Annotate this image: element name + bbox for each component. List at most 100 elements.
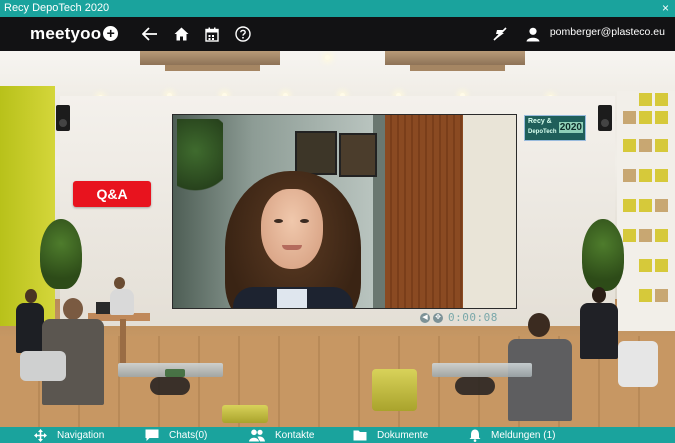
app-window: Recy DepoTech 2020 × meetyoo + pomberger@… bbox=[0, 0, 675, 443]
wall-tile bbox=[639, 169, 652, 182]
bottom-nav-label: Chats(0) bbox=[169, 429, 208, 441]
back-button[interactable] bbox=[138, 22, 162, 46]
calendar-icon bbox=[205, 27, 219, 42]
video-plant bbox=[177, 119, 223, 199]
timer-text: 0:00:08 bbox=[448, 311, 498, 324]
video-timer: ◀ ✥ 0:00:08 bbox=[420, 311, 498, 324]
wall-tile bbox=[639, 139, 652, 152]
ceiling-beam bbox=[165, 65, 260, 71]
chat-icon bbox=[145, 429, 159, 441]
window-title: Recy DepoTech 2020 bbox=[4, 2, 110, 14]
chair bbox=[20, 351, 66, 381]
attendee-body bbox=[508, 339, 572, 421]
bottom-nav-meldungen[interactable]: Meldungen (1) bbox=[469, 427, 555, 443]
mute-icon bbox=[493, 27, 507, 41]
wall-tile bbox=[623, 229, 636, 242]
wall-tile bbox=[655, 289, 668, 302]
yellow-stool bbox=[372, 369, 417, 411]
attendee-head bbox=[528, 313, 550, 337]
sign-line1: Recy & bbox=[528, 118, 552, 125]
bottom-nav-chats[interactable]: Chats(0) bbox=[145, 427, 207, 443]
user-button[interactable] bbox=[521, 22, 545, 46]
wall-tile bbox=[639, 199, 652, 212]
user-icon bbox=[526, 27, 540, 41]
wall-tile bbox=[639, 229, 652, 242]
bottom-navigation: Navigation Chats(0) Kontakte Dokumente M… bbox=[0, 427, 675, 443]
table-base bbox=[150, 377, 190, 395]
bottom-nav-label: Kontakte bbox=[275, 429, 315, 441]
speaker-eye bbox=[300, 219, 309, 223]
ceiling-beam bbox=[385, 51, 525, 65]
bottom-nav-navigation[interactable]: Navigation bbox=[34, 427, 104, 443]
desk-leg bbox=[120, 319, 126, 363]
home-button[interactable] bbox=[169, 22, 193, 46]
virtual-room: Q&A Recy & DepoTech 2020 ◀ ✥ 0:00:08 bbox=[0, 51, 675, 427]
wall-tile bbox=[623, 199, 636, 212]
attendee-head bbox=[25, 289, 37, 303]
video-stream[interactable] bbox=[172, 114, 517, 309]
attendee-body bbox=[16, 303, 44, 353]
ceiling-beam bbox=[410, 65, 505, 71]
help-icon bbox=[235, 26, 251, 42]
bottom-nav-label: Navigation bbox=[57, 429, 105, 441]
sign-line2: DepoTech bbox=[528, 129, 557, 135]
mute-button[interactable] bbox=[488, 22, 512, 46]
move-icon bbox=[34, 428, 47, 442]
attendee-head bbox=[114, 277, 125, 289]
home-icon bbox=[174, 27, 188, 41]
document-icon bbox=[353, 430, 367, 441]
speaker-icon bbox=[56, 105, 70, 131]
wall-tile bbox=[655, 229, 668, 242]
calendar-button[interactable] bbox=[200, 22, 224, 46]
ceiling-light bbox=[325, 55, 330, 60]
close-icon[interactable]: × bbox=[662, 0, 669, 17]
bottom-nav-label: Meldungen (1) bbox=[491, 429, 556, 441]
back-arrow-icon bbox=[142, 27, 157, 41]
user-email: pomberger@plasteco.eu bbox=[549, 26, 665, 38]
wall-tile bbox=[655, 199, 668, 212]
video-picture-frame bbox=[295, 131, 337, 175]
table-base bbox=[455, 377, 495, 395]
attendee-body bbox=[110, 289, 134, 315]
plant bbox=[582, 219, 624, 291]
speaker-mouth bbox=[282, 245, 302, 250]
attendee-head bbox=[592, 287, 606, 303]
help-button[interactable] bbox=[231, 22, 255, 46]
speaker-icon bbox=[598, 105, 612, 131]
bottom-nav-label: Dokumente bbox=[377, 429, 429, 441]
bell-icon bbox=[469, 429, 481, 442]
contacts-icon bbox=[249, 429, 265, 441]
chair bbox=[618, 341, 658, 387]
wall-tile bbox=[623, 169, 636, 182]
speaker-face bbox=[261, 189, 323, 269]
wall-tile bbox=[623, 111, 636, 124]
wall-tile bbox=[655, 93, 668, 106]
event-sign: Recy & DepoTech 2020 bbox=[524, 115, 586, 141]
top-navigation: meetyoo + pomberger@plasteco.eu bbox=[0, 17, 675, 51]
wall-tile bbox=[639, 289, 652, 302]
bottom-nav-kontakte[interactable]: Kontakte bbox=[249, 427, 314, 443]
table-book bbox=[165, 369, 185, 377]
window-title-bar: Recy DepoTech 2020 × bbox=[0, 0, 675, 17]
plant bbox=[40, 219, 82, 289]
logo-plus: + bbox=[103, 26, 119, 41]
wall-tile bbox=[655, 139, 668, 152]
bottom-nav-dokumente[interactable]: Dokumente bbox=[353, 427, 428, 443]
attendee-head bbox=[63, 298, 83, 320]
wall-tile bbox=[639, 259, 652, 272]
play-control-icon[interactable]: ◀ bbox=[420, 312, 430, 323]
fullscreen-icon[interactable]: ✥ bbox=[433, 312, 443, 323]
wall-tile bbox=[623, 139, 636, 152]
sign-year: 2020 bbox=[558, 122, 583, 133]
ceiling-beam bbox=[140, 51, 280, 65]
coffee-table bbox=[432, 363, 532, 377]
qa-button[interactable]: Q&A bbox=[73, 181, 151, 207]
speaker-eye bbox=[274, 219, 283, 223]
logo-text: meetyoo bbox=[30, 24, 102, 43]
wall-tile bbox=[655, 259, 668, 272]
yellow-stool bbox=[222, 405, 268, 423]
meetyoo-logo: meetyoo + bbox=[30, 22, 119, 46]
video-door bbox=[463, 115, 516, 308]
speaker-shirt bbox=[277, 289, 307, 308]
wall-tile bbox=[655, 169, 668, 182]
